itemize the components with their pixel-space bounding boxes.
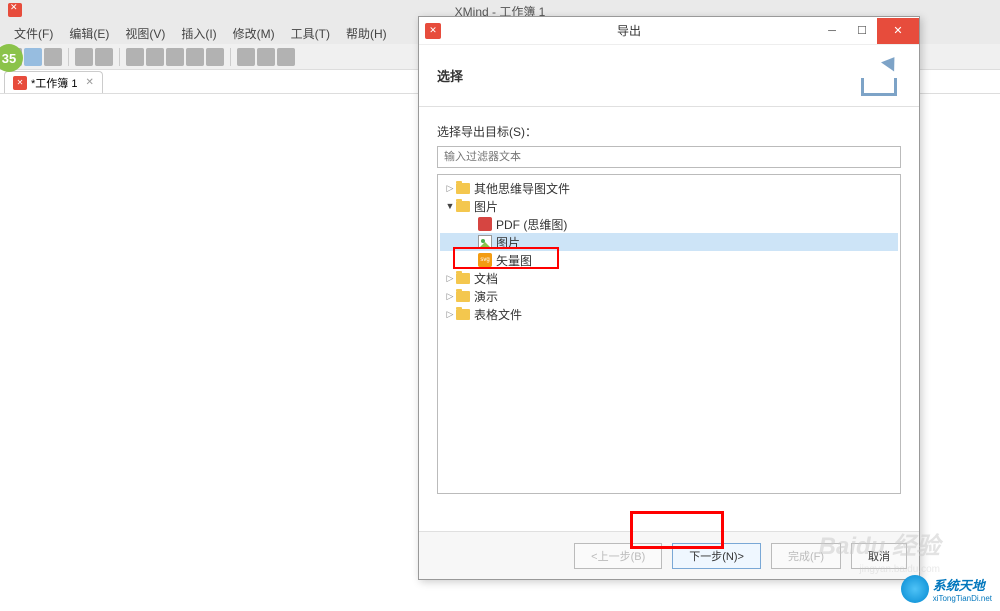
filter-input[interactable] (437, 146, 901, 168)
toolbar-btn-4[interactable] (75, 48, 93, 66)
toolbar-btn-5[interactable] (95, 48, 113, 66)
menu-view[interactable]: 视图(V) (117, 23, 173, 44)
toolbar-btn-3[interactable] (44, 48, 62, 66)
tab-label: *工作簿 1 (31, 75, 77, 91)
folder-icon (456, 201, 470, 212)
chevron-right-icon[interactable]: ▷ (444, 291, 456, 302)
dialog-body: 选择导出目标(S)： ▷ 其他思维导图文件 ▼ 图片 PDF (思维图) 图片 (419, 107, 919, 510)
tree-label: 文档 (474, 270, 498, 287)
toolbar-save-icon[interactable] (24, 48, 42, 66)
tree-item-spreadsheet[interactable]: ▷ 表格文件 (440, 305, 898, 323)
pdf-icon (478, 217, 492, 231)
menu-file[interactable]: 文件(F) (6, 23, 61, 44)
tree-label: PDF (思维图) (496, 216, 567, 233)
toolbar-btn-7[interactable] (146, 48, 164, 66)
toolbar-separator (230, 48, 231, 66)
target-label: 选择导出目标(S)： (437, 123, 901, 140)
finish-button[interactable]: 完成(F) (771, 543, 841, 569)
chevron-right-icon[interactable]: ▷ (444, 183, 456, 194)
toolbar-btn-13[interactable] (277, 48, 295, 66)
toolbar-btn-11[interactable] (237, 48, 255, 66)
toolbar-btn-9[interactable] (186, 48, 204, 66)
menu-modify[interactable]: 修改(M) (225, 23, 283, 44)
dialog-titlebar: 导出 ─ ☐ ✕ (419, 17, 919, 45)
export-tree: ▷ 其他思维导图文件 ▼ 图片 PDF (思维图) 图片 svg 矢量图 (437, 174, 901, 494)
menu-edit[interactable]: 编辑(E) (61, 23, 117, 44)
tree-item-presentation[interactable]: ▷ 演示 (440, 287, 898, 305)
toolbar-separator (68, 48, 69, 66)
dialog-header: 选择 (419, 45, 919, 107)
tree-item-image-folder[interactable]: ▼ 图片 (440, 197, 898, 215)
menu-help[interactable]: 帮助(H) (338, 23, 395, 44)
folder-icon (456, 291, 470, 302)
maximize-icon[interactable]: ☐ (847, 18, 877, 44)
tree-item-other[interactable]: ▷ 其他思维导图文件 (440, 179, 898, 197)
chevron-right-icon[interactable]: ▷ (444, 273, 456, 284)
chevron-down-icon[interactable]: ▼ (444, 201, 456, 211)
toolbar-separator (119, 48, 120, 66)
tree-label: 演示 (474, 288, 498, 305)
tree-item-document[interactable]: ▷ 文档 (440, 269, 898, 287)
export-icon (853, 56, 901, 96)
document-tab[interactable]: *工作簿 1 ✕ (4, 71, 103, 93)
tab-app-icon (13, 76, 27, 90)
tree-label: 表格文件 (474, 306, 522, 323)
annotation-highlight (453, 247, 559, 269)
dialog-app-icon (425, 23, 441, 39)
toolbar-btn-6[interactable] (126, 48, 144, 66)
close-icon[interactable]: ✕ (85, 77, 93, 88)
toolbar-btn-8[interactable] (166, 48, 184, 66)
menu-insert[interactable]: 插入(I) (173, 23, 224, 44)
window-controls: ─ ☐ ✕ (817, 18, 919, 44)
folder-icon (456, 273, 470, 284)
tree-label: 其他思维导图文件 (474, 180, 570, 197)
export-dialog: 导出 ─ ☐ ✕ 选择 选择导出目标(S)： ▷ 其他思维导图文件 ▼ 图片 (418, 16, 920, 580)
annotation-highlight (630, 511, 724, 549)
app-icon (8, 3, 22, 17)
tree-label: 图片 (474, 198, 498, 215)
folder-icon (456, 309, 470, 320)
menu-tools[interactable]: 工具(T) (283, 23, 338, 44)
toolbar-btn-10[interactable] (206, 48, 224, 66)
chevron-right-icon[interactable]: ▷ (444, 309, 456, 320)
toolbar-btn-12[interactable] (257, 48, 275, 66)
minimize-icon[interactable]: ─ (817, 18, 847, 44)
folder-icon (456, 183, 470, 194)
close-icon[interactable]: ✕ (877, 18, 919, 44)
tree-item-pdf[interactable]: PDF (思维图) (440, 215, 898, 233)
dialog-header-title: 选择 (437, 66, 463, 85)
cancel-button[interactable]: 取消 (851, 543, 907, 569)
dialog-title: 导出 (441, 22, 817, 39)
